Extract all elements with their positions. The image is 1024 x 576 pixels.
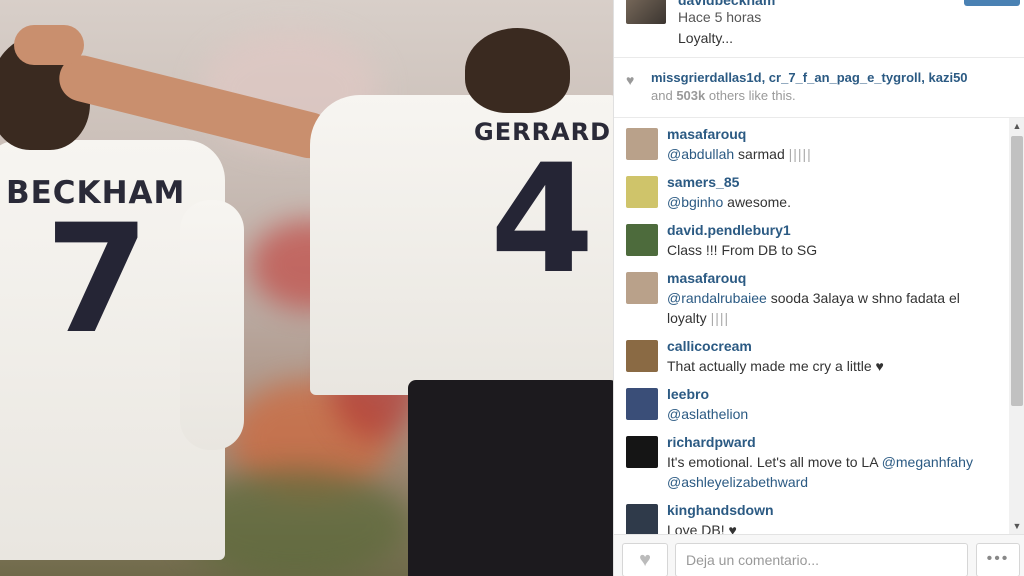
follow-button[interactable]	[964, 0, 1020, 6]
right-player-head	[465, 28, 570, 113]
comment-input[interactable]	[675, 543, 968, 576]
mention-link[interactable]: @aslathelion	[667, 406, 748, 422]
right-player-hand	[14, 25, 84, 65]
scroll-thumb[interactable]	[1011, 136, 1023, 406]
comment-username[interactable]: masafarouq	[667, 126, 746, 142]
comment-text: @aslathelion	[667, 404, 997, 424]
likes-count-line: and 503k others like this.	[651, 88, 796, 103]
post-detail-panel: davidbeckham Hace 5 horas Loyalty... ♥ m…	[613, 0, 1024, 576]
post-photo: BECKHAM 7 GERRARD 4	[0, 0, 613, 576]
comment-text: @bginho awesome.	[667, 192, 997, 212]
mention-link[interactable]: @abdullah	[667, 146, 734, 162]
like-user[interactable]: missgrierdallas1d	[651, 70, 762, 85]
post-header: davidbeckham Hace 5 horas Loyalty...	[614, 0, 1024, 58]
comment-list: masafarouq @abdullah sarmad ||||| samers…	[614, 118, 1009, 534]
comment-username[interactable]: leebro	[667, 386, 709, 402]
right-player-number: 4	[490, 133, 595, 307]
like-button[interactable]: ♥	[622, 543, 668, 576]
comment-bars: ||||	[710, 310, 730, 326]
likes-and: and	[651, 88, 673, 103]
mention-link[interactable]: @ashleyelizabethward	[667, 474, 808, 490]
author-username[interactable]: davidbeckham	[678, 0, 775, 8]
comment-text: It's emotional. Let's all move to LA @me…	[667, 452, 997, 492]
right-player-shorts	[408, 380, 613, 576]
comment-text: Class !!! From DB to SG	[667, 242, 818, 258]
mention-link[interactable]: @randalrubaiee	[667, 290, 767, 306]
comment-body: It's emotional. Let's all move to LA	[667, 454, 882, 470]
like-user[interactable]: cr_7_f_an_pag_e_tygroll	[769, 70, 921, 85]
comment-avatar[interactable]	[626, 388, 658, 420]
comment-body: awesome.	[723, 194, 791, 210]
comment-username[interactable]: masafarouq	[667, 270, 746, 286]
left-player-number: 7	[45, 193, 150, 367]
ellipsis-icon: •••	[986, 550, 1010, 567]
like-user[interactable]: kazi50	[929, 70, 968, 85]
comment-body: sarmad	[734, 146, 789, 162]
author-avatar[interactable]	[626, 0, 666, 24]
comment-footer: ♥ •••	[614, 534, 1024, 576]
comment-username[interactable]: samers_85	[667, 174, 739, 190]
scroll-down-arrow-icon[interactable]: ▼	[1009, 518, 1024, 534]
comment-avatar[interactable]	[626, 176, 658, 208]
post-caption: Loyalty...	[678, 30, 733, 46]
likes-others: others like this.	[708, 88, 796, 103]
comment-username[interactable]: david.pendlebury1	[667, 222, 791, 238]
heart-icon: ♥	[626, 72, 635, 88]
likes-users: missgrierdallas1d, cr_7_f_an_pag_e_tygro…	[651, 70, 968, 85]
mention-link[interactable]: @meganhfahy	[882, 454, 973, 470]
comment-avatar[interactable]	[626, 128, 658, 160]
comment-text: Love DB! ♥	[667, 522, 737, 534]
heart-icon: ♥	[639, 549, 651, 571]
comment-text: @randalrubaiee sooda 3alaya w shno fadat…	[667, 288, 997, 328]
comment-username[interactable]: callicocream	[667, 338, 752, 354]
comment-username[interactable]: richardpward	[667, 434, 756, 450]
comments-scrollbar[interactable]: ▲ ▼	[1009, 118, 1024, 534]
comment-avatar[interactable]	[626, 224, 658, 256]
comment-text: @abdullah sarmad |||||	[667, 144, 997, 164]
comment-avatar[interactable]	[626, 504, 658, 534]
mention-link[interactable]: @bginho	[667, 194, 723, 210]
separator: ,	[921, 70, 929, 85]
left-player-sleeve	[180, 200, 244, 450]
likes-count[interactable]: 503k	[676, 88, 705, 103]
likes-section: ♥ missgrierdallas1d, cr_7_f_an_pag_e_tyg…	[614, 58, 1024, 118]
comment-username[interactable]: kinghandsdown	[667, 502, 774, 518]
post-time: Hace 5 horas	[678, 9, 762, 25]
comment-avatar[interactable]	[626, 272, 658, 304]
separator: ,	[761, 70, 769, 85]
comment-avatar[interactable]	[626, 436, 658, 468]
comment-avatar[interactable]	[626, 340, 658, 372]
comment-bars: |||||	[788, 146, 812, 162]
scroll-up-arrow-icon[interactable]: ▲	[1009, 118, 1024, 134]
comment-text: That actually made me cry a little ♥	[667, 358, 884, 374]
more-options-button[interactable]: •••	[976, 543, 1020, 576]
